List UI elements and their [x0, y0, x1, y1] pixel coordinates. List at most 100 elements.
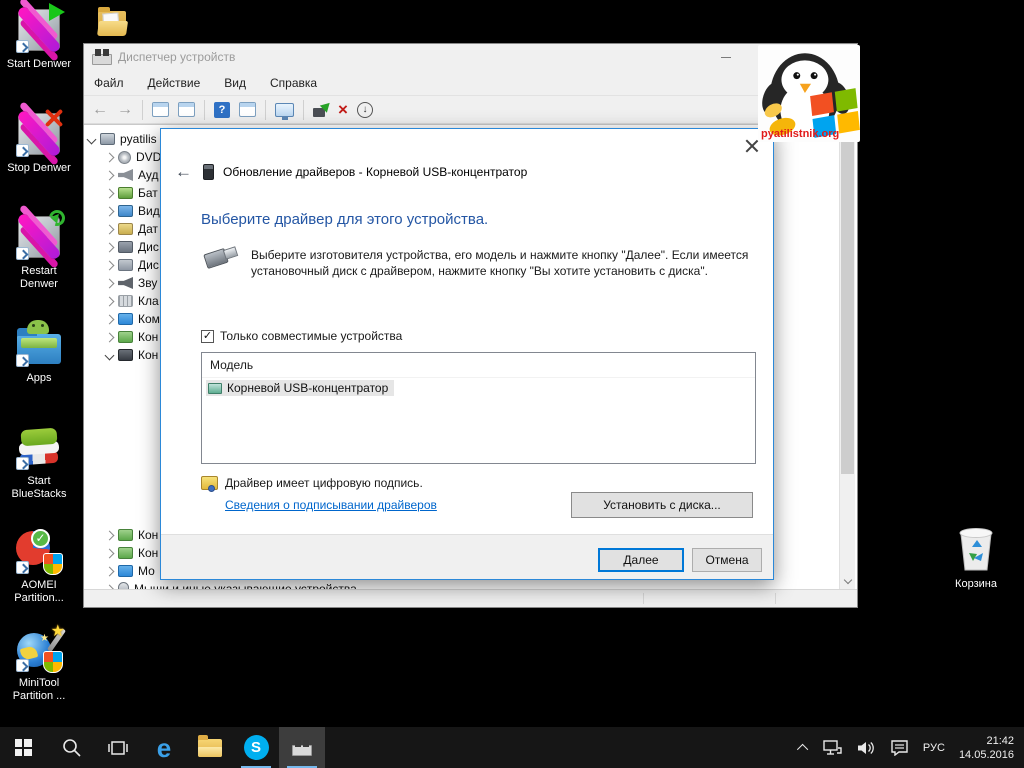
windows-start-icon [14, 739, 32, 756]
checkbox-label: Только совместимые устройства [220, 329, 403, 343]
windows-shield-icon [43, 553, 63, 575]
desktop-icon-label: Apps [26, 372, 52, 384]
uninstall-device-icon[interactable]: × [338, 101, 348, 118]
back-icon[interactable]: ← [92, 101, 108, 118]
network-icon[interactable] [822, 739, 842, 756]
chevron-right-icon [104, 188, 115, 198]
tree-item-keyboards[interactable]: Кла [104, 292, 159, 310]
tree-item-batteries[interactable]: Бат [104, 184, 158, 202]
list-header: Модель [202, 353, 755, 378]
chevron-right-icon [104, 278, 115, 288]
tree-item-drives[interactable]: Дис [104, 256, 159, 274]
desktop-icon-aomei-partition[interactable]: ✓ AOMEI Partition... [1, 527, 77, 605]
driver-signing-link[interactable]: Сведения о подписывании драйверов [225, 498, 437, 512]
desktop-icon-start-bluestacks[interactable]: Start BlueStacks [1, 423, 77, 501]
tree-root[interactable]: pyatilis [86, 130, 157, 148]
digital-signature-icon [201, 476, 218, 492]
desktop-icon-minitool-partition[interactable]: ★ ★ MiniTool Partition ... [1, 623, 77, 703]
chevron-right-icon [104, 296, 115, 306]
file-explorer-button[interactable] [187, 727, 233, 768]
play-badge-icon [49, 3, 65, 21]
chevron-right-icon [104, 224, 115, 234]
cancel-button[interactable]: Отмена [692, 548, 762, 572]
taskbar: e S РУС 21:42 14.05.2016 [0, 727, 1024, 768]
tray-expand-icon[interactable] [796, 743, 809, 755]
tree-item-video[interactable]: Вид [104, 202, 160, 220]
tree-item-dvd[interactable]: DVD [104, 148, 161, 166]
apps-folder-icon [15, 320, 63, 368]
file-explorer-icon [198, 734, 222, 757]
tray-time: 21:42 [986, 734, 1014, 747]
site-watermark: pyatilistnik.org [758, 45, 860, 142]
chevron-right-icon [104, 206, 115, 216]
language-indicator[interactable]: РУС [923, 742, 945, 754]
checkbox-checked-icon[interactable]: ✓ [201, 329, 214, 343]
desktop-icon-start-denwer[interactable]: Start Denwer [1, 3, 77, 71]
task-view-button[interactable] [95, 727, 141, 768]
model-listbox[interactable]: Модель Корневой USB-концентратор [201, 352, 756, 464]
signed-driver-text: Драйвер имеет цифровую подпись. [225, 476, 423, 490]
disable-device-icon[interactable]: ↓ [356, 101, 373, 118]
device-manager-icon [292, 739, 312, 756]
tree-item-audio[interactable]: Ауд [104, 166, 158, 184]
action-center-icon[interactable] [890, 739, 909, 756]
back-arrow-icon[interactable]: ← [175, 162, 192, 182]
scroll-down-button[interactable] [840, 573, 855, 589]
clock[interactable]: 21:42 14.05.2016 [959, 734, 1014, 762]
next-button[interactable]: Далее [598, 548, 684, 572]
device-manager-titlebar[interactable]: Диспетчер устройств [84, 44, 857, 70]
device-manager-taskbar-button[interactable] [279, 727, 325, 768]
list-item-usb-root-hub[interactable]: Корневой USB-концентратор [206, 380, 395, 396]
shortcut-arrow-icon [16, 561, 29, 574]
desktop-icon-restart-denwer[interactable]: Restart Denwer [1, 207, 77, 291]
properties-icon[interactable] [178, 102, 195, 117]
menu-file[interactable]: Файл [94, 76, 124, 90]
keyboard-icon [118, 295, 133, 307]
show-console-icon[interactable] [152, 102, 169, 117]
scan-hardware-icon[interactable] [275, 102, 294, 120]
desktop-icon-label: MiniTool Partition ... [12, 677, 66, 702]
skype-button[interactable]: S [233, 727, 279, 768]
desktop-icon-apps[interactable]: Apps [1, 320, 77, 385]
tree-item-storage-controllers[interactable]: Кон [104, 526, 158, 544]
chevron-down-icon [86, 134, 97, 144]
controller-icon [118, 331, 133, 343]
edge-button[interactable]: e [141, 727, 187, 768]
help-icon[interactable]: ? [214, 101, 230, 118]
scrollbar[interactable] [839, 124, 855, 589]
tree-item-computer[interactable]: Ком [104, 310, 160, 328]
search-button[interactable] [49, 727, 95, 768]
tree-item-usb-controllers[interactable]: Кон [104, 346, 158, 364]
forward-icon[interactable]: → [117, 101, 133, 118]
watermark-text: pyatilistnik.org [761, 128, 840, 140]
tray-date: 14.05.2016 [958, 748, 1014, 761]
desktop-icon-label: Stop Denwer [7, 162, 71, 174]
menu-view[interactable]: Вид [224, 76, 246, 90]
action-pane-icon[interactable] [239, 102, 256, 117]
volume-icon[interactable] [856, 740, 876, 756]
tree-item-disk-devices[interactable]: Дис [104, 238, 159, 256]
scrollbar-thumb[interactable] [841, 134, 854, 474]
menu-help[interactable]: Справка [270, 76, 317, 90]
aomei-icon: ✓ [15, 527, 63, 575]
desktop-icon-stop-denwer[interactable]: Stop Denwer [1, 109, 77, 175]
minimize-button[interactable] [713, 48, 739, 66]
desktop-folder-icon[interactable] [96, 7, 129, 39]
start-button[interactable] [0, 727, 46, 768]
restart-denwer-icon [15, 207, 68, 261]
compatible-hardware-checkbox[interactable]: ✓ Только совместимые устройства [201, 329, 402, 343]
monitor-icon [118, 313, 133, 325]
tree-item-controllers-ide[interactable]: Кон [104, 328, 158, 346]
desktop-icon-recycle-bin[interactable]: Корзина [944, 520, 1008, 590]
menu-action[interactable]: Действие [148, 76, 201, 90]
minimize-icon [721, 56, 731, 58]
tree-item-other-controllers[interactable]: Кон [104, 544, 158, 562]
have-disk-button[interactable]: Установить с диска... [571, 492, 753, 518]
tree-item-monitors[interactable]: Мо [104, 562, 155, 580]
tree-item-sound[interactable]: Зву [104, 274, 157, 292]
chevron-right-icon [104, 242, 115, 252]
tree-item-sensors[interactable]: Дат [104, 220, 158, 238]
update-driver-icon[interactable] [313, 98, 334, 118]
drive-icon [118, 259, 133, 271]
chevron-right-icon [104, 530, 115, 540]
